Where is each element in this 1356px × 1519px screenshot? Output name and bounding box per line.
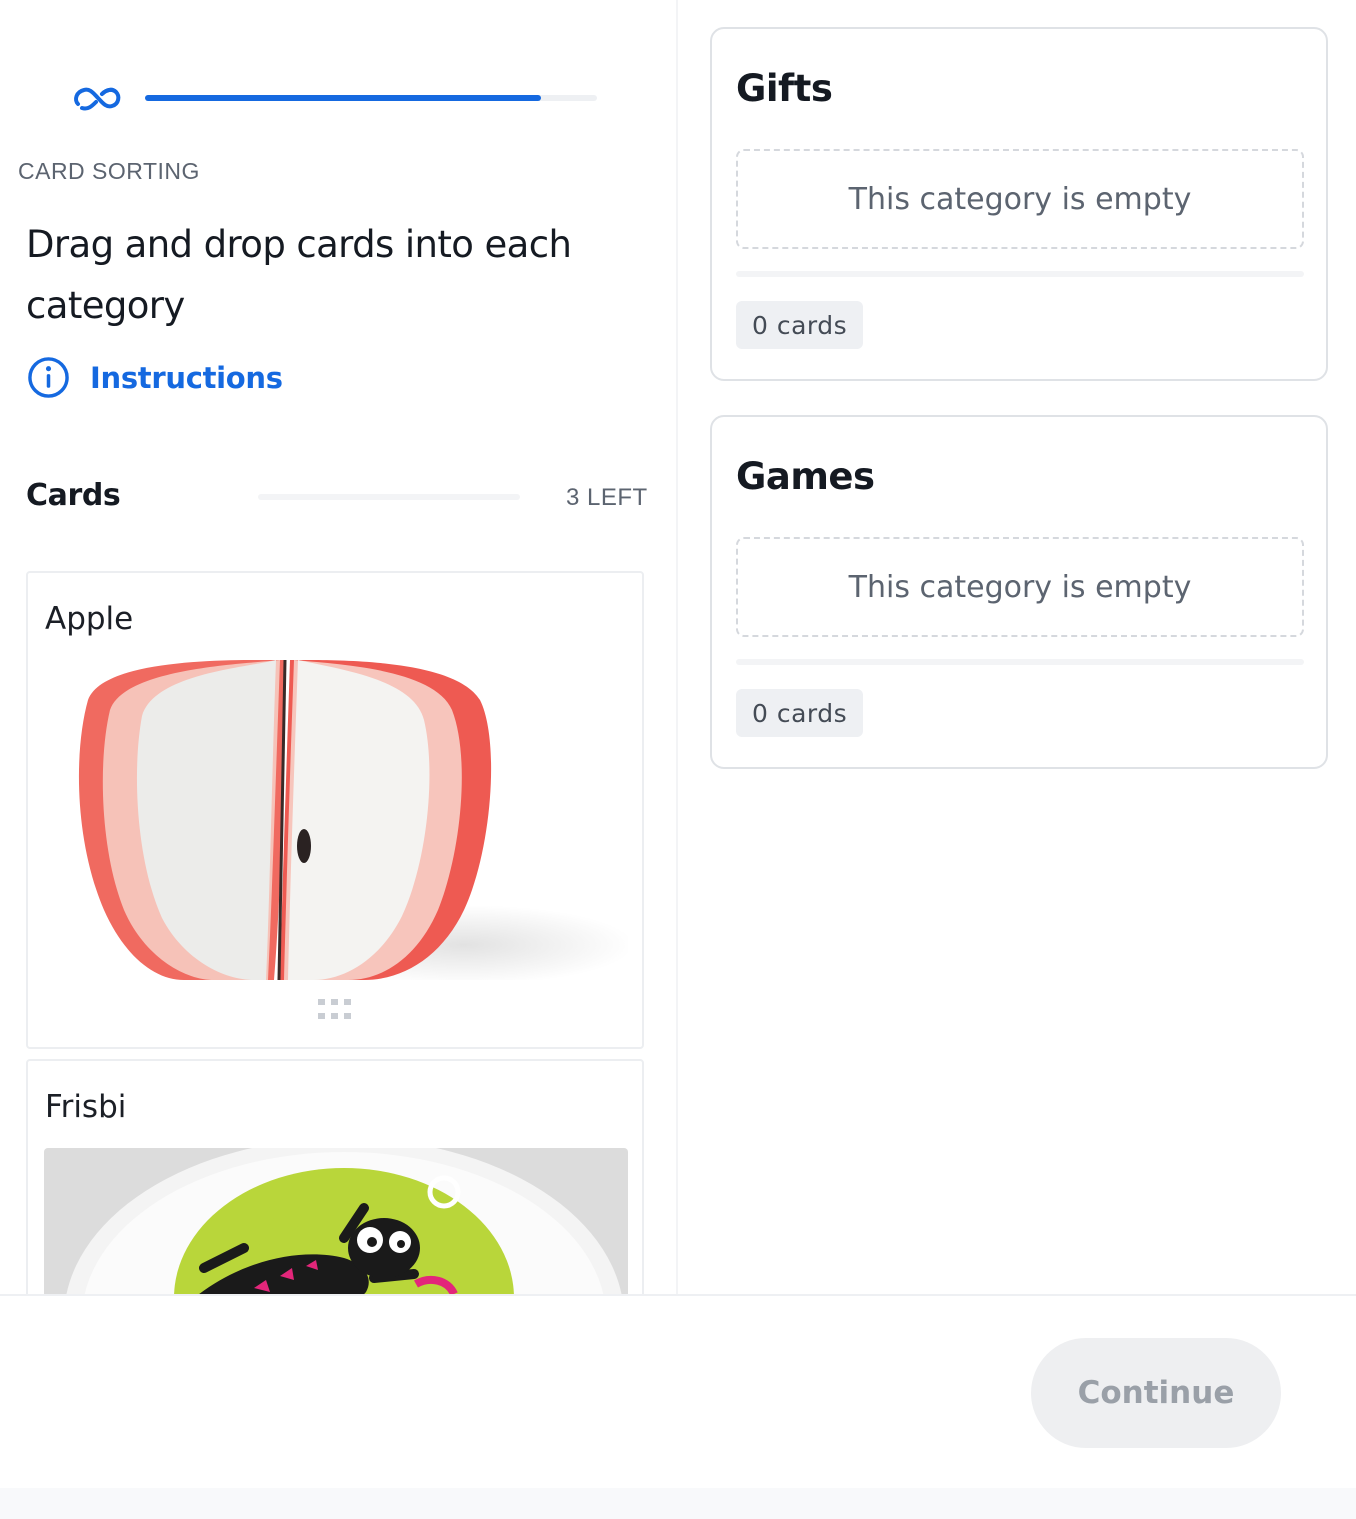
card-title: Frisbi: [45, 1089, 127, 1125]
cards-remaining-bar: [258, 494, 520, 500]
card-frisbi[interactable]: Frisbi: [26, 1059, 644, 1294]
info-icon: [28, 357, 69, 398]
apple-notepad-photo: [44, 660, 628, 980]
page-title: Drag and drop cards into each category: [26, 223, 572, 327]
category-divider: [736, 271, 1304, 277]
category-gifts[interactable]: Gifts This category is empty 0 cards: [710, 27, 1328, 381]
section-label: CARD SORTING: [18, 158, 200, 184]
frisbee-photo: [44, 1148, 628, 1294]
card-apple[interactable]: Apple: [26, 571, 644, 1049]
brand-logo-icon: [74, 87, 121, 111]
category-divider: [736, 659, 1304, 665]
footer: Continue: [0, 1294, 1356, 1488]
cards-remaining-count: 3 LEFT: [566, 484, 648, 511]
category-games[interactable]: Games This category is empty 0 cards: [710, 415, 1328, 769]
category-drop-zone[interactable]: This category is empty: [736, 149, 1304, 249]
empty-category-text: This category is empty: [848, 181, 1192, 217]
category-title: Gifts: [736, 67, 833, 110]
instructions-link[interactable]: Instructions: [27, 356, 283, 399]
cards-heading: Cards: [26, 478, 121, 513]
category-drop-zone[interactable]: This category is empty: [736, 537, 1304, 637]
card-sorting-page: CARD SORTING Drag and drop cards into ea…: [0, 0, 1356, 1519]
progress-bar: [145, 95, 597, 101]
instructions-label: Instructions: [90, 360, 283, 395]
card-title: Apple: [45, 601, 134, 637]
cards-panel: CARD SORTING Drag and drop cards into ea…: [0, 0, 678, 1294]
category-title: Games: [736, 455, 875, 498]
progress-bar-fill: [145, 95, 541, 101]
card-count-badge: 0 cards: [736, 301, 864, 349]
empty-category-text: This category is empty: [848, 569, 1192, 605]
continue-button[interactable]: Continue: [1031, 1338, 1281, 1448]
bottom-strip: [0, 1488, 1356, 1519]
card-count-badge: 0 cards: [736, 689, 864, 737]
drag-handle-icon[interactable]: [318, 999, 352, 1021]
